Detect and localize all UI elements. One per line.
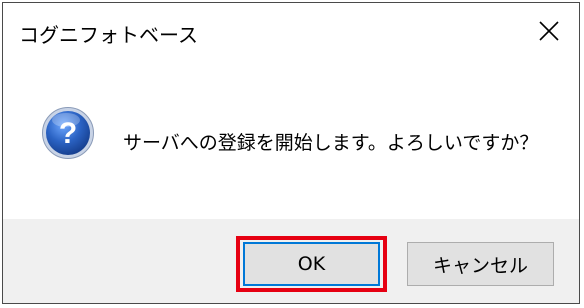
dialog-content: ? サーバへの登録を開始します。よろしいですか？ <box>3 59 579 219</box>
svg-text:?: ? <box>59 117 77 150</box>
cancel-button[interactable]: キャンセル <box>407 242 554 286</box>
close-button[interactable] <box>535 17 563 45</box>
message-dialog: コグニフォトベース ? サーバへの登録を開始します。よろしいですか？ OK キャ… <box>2 2 580 304</box>
button-bar: OK キャンセル <box>3 219 579 303</box>
window-title: コグニフォトベース <box>19 23 198 47</box>
title-bar: コグニフォトベース <box>3 3 579 59</box>
dialog-message: サーバへの登録を開始します。よろしいですか？ <box>123 132 539 154</box>
question-icon: ? <box>42 107 94 159</box>
ok-button[interactable]: OK <box>243 242 380 286</box>
close-icon <box>539 21 559 41</box>
